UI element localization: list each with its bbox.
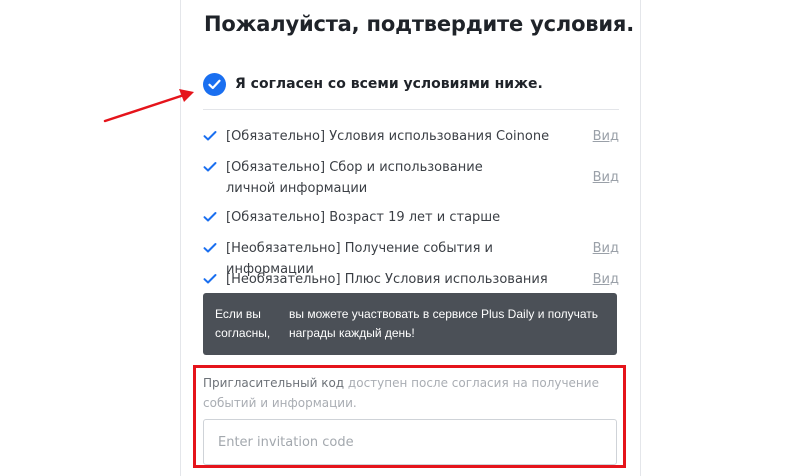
check-icon [203,212,217,222]
plus-daily-tooltip: Если вы согласны, вы можете участвовать … [203,293,617,355]
view-link[interactable]: Вид [593,238,619,259]
term-item-age[interactable]: [Обязательно] Возраст 19 лет и старше [203,207,619,229]
term-item-plus-terms[interactable]: [Необязательно] Плюс Условия использован… [203,269,619,291]
panel-border-right [640,0,641,476]
agree-all-label: Я согласен со всеми условиями ниже. [235,76,543,92]
term-label: [Обязательно] Условия использования Coin… [226,129,550,144]
panel-border-left [180,0,181,476]
invitation-code-input[interactable] [203,419,617,465]
tooltip-text-left: Если вы согласны, [215,307,271,340]
view-link[interactable]: Вид [593,126,619,147]
check-icon [203,274,217,284]
check-icon [203,131,217,141]
view-link[interactable]: Вид [593,269,619,290]
divider [203,109,619,110]
invitation-label: Пригласительный код [203,376,345,390]
term-item-coinone-terms[interactable]: [Обязательно] Условия использования Coin… [203,126,619,148]
annotation-arrow [103,89,194,123]
check-icon [203,162,217,172]
term-item-personal-info[interactable]: [Обязательно] Сбор и использование лично… [203,157,619,201]
term-label: [Обязательно] Сбор и использование лично… [226,160,483,196]
check-circle-icon [203,72,226,96]
term-item-events-info[interactable]: [Необязательно] Получение события и инфо… [203,238,619,277]
page-title: Пожалуйста, подтвердите условия. [204,12,634,36]
tooltip-text-right: вы можете участвовать в сервисе Plus Dai… [289,307,599,340]
term-label: [Обязательно] Возраст 19 лет и старше [226,210,501,225]
invitation-description: Пригласительный код доступен после согла… [203,373,623,413]
check-icon [203,243,217,253]
agree-all-checkbox[interactable]: Я согласен со всеми условиями ниже. [203,72,543,96]
term-label: [Необязательно] Плюс Условия использован… [226,272,548,287]
view-link[interactable]: Вид [593,167,619,188]
